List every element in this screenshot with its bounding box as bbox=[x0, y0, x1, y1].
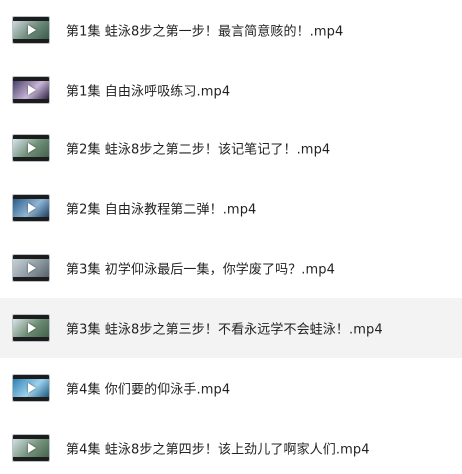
video-file-item[interactable]: 第1集 自由泳呼吸练习.mp4 bbox=[0, 60, 462, 120]
file-name-label: 第4集 蛙泳8步之第四步！该上劲儿了啊家人们.mp4 bbox=[66, 442, 370, 458]
video-file-item[interactable]: 第3集 蛙泳8步之第三步！不看永远学不会蛙泳！.mp4 bbox=[0, 298, 462, 358]
video-thumbnail bbox=[12, 134, 50, 162]
video-thumbnail bbox=[12, 434, 50, 462]
video-file-item[interactable]: 第2集 自由泳教程第二弹！.mp4 bbox=[0, 178, 462, 238]
play-icon bbox=[28, 443, 36, 453]
file-name-label: 第3集 初学仰泳最后一集，你学废了吗？.mp4 bbox=[66, 262, 336, 278]
video-file-item[interactable]: 第2集 蛙泳8步之第二步！该记笔记了！.mp4 bbox=[0, 118, 462, 178]
play-icon bbox=[28, 203, 36, 213]
play-icon bbox=[28, 25, 36, 35]
play-icon bbox=[28, 383, 36, 393]
play-icon bbox=[28, 85, 36, 95]
video-thumbnail bbox=[12, 254, 50, 282]
video-thumbnail bbox=[12, 76, 50, 104]
play-icon bbox=[28, 323, 36, 333]
play-icon bbox=[28, 143, 36, 153]
file-name-label: 第2集 蛙泳8步之第二步！该记笔记了！.mp4 bbox=[66, 142, 331, 158]
video-file-item[interactable]: 第4集 蛙泳8步之第四步！该上劲儿了啊家人们.mp4 bbox=[0, 418, 462, 474]
video-thumbnail bbox=[12, 314, 50, 342]
file-name-label: 第4集 你们要的仰泳手.mp4 bbox=[66, 382, 231, 398]
video-file-item[interactable]: 第4集 你们要的仰泳手.mp4 bbox=[0, 358, 462, 418]
video-thumbnail bbox=[12, 194, 50, 222]
video-thumbnail bbox=[12, 16, 50, 44]
file-name-label: 第1集 蛙泳8步之第一步！最言简意赅的！.mp4 bbox=[66, 24, 344, 40]
play-icon bbox=[28, 263, 36, 273]
file-name-label: 第2集 自由泳教程第二弹！.mp4 bbox=[66, 202, 257, 218]
file-name-label: 第1集 自由泳呼吸练习.mp4 bbox=[66, 84, 231, 100]
video-file-item[interactable]: 第3集 初学仰泳最后一集，你学废了吗？.mp4 bbox=[0, 238, 462, 298]
file-name-label: 第3集 蛙泳8步之第三步！不看永远学不会蛙泳！.mp4 bbox=[66, 322, 383, 338]
video-thumbnail bbox=[12, 374, 50, 402]
video-file-list: 第1集 蛙泳8步之第一步！最言简意赅的！.mp4 第1集 自由泳呼吸练习.mp4 第… bbox=[0, 0, 462, 474]
video-file-item[interactable]: 第1集 蛙泳8步之第一步！最言简意赅的！.mp4 bbox=[0, 0, 462, 60]
